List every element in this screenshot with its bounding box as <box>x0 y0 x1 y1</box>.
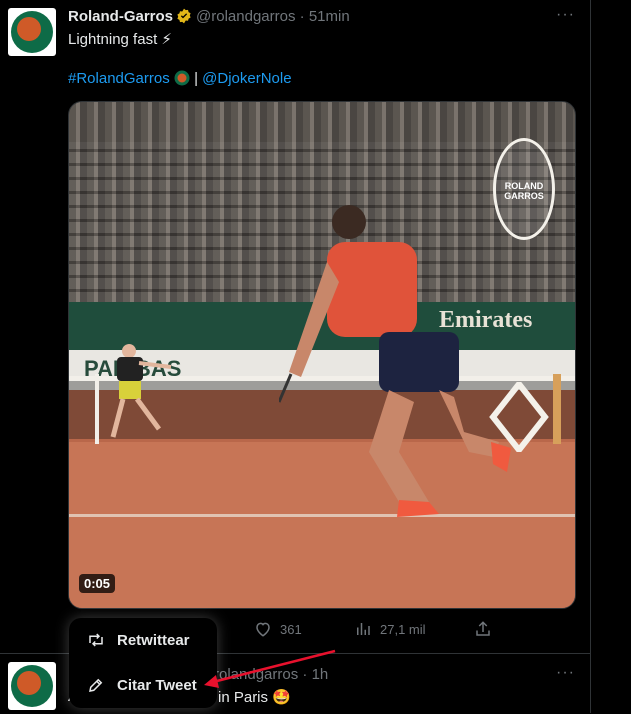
link-separator: | <box>194 70 198 87</box>
like-count: 361 <box>280 621 302 637</box>
edit-icon <box>89 678 103 692</box>
hashtag-link[interactable]: #RolandGarros <box>68 70 170 87</box>
tweet-text: Lightning fast ⚡ <box>68 31 172 48</box>
retweet-menu: Retwittear Citar Tweet <box>69 618 217 708</box>
retweet-icon <box>89 633 103 647</box>
menu-item-quote-tweet[interactable]: Citar Tweet <box>69 663 217 707</box>
verified-badge-icon <box>177 8 191 24</box>
avatar-logo-center <box>17 17 41 41</box>
view-count: 27,1 mil <box>380 621 426 637</box>
avatar-logo-center <box>17 671 41 695</box>
rg-emoji-icon <box>174 70 190 86</box>
mention-link[interactable]: @DjokerNole <box>202 70 291 87</box>
tweet-header: Roland-Garros @rolandgarros · 51min <box>68 8 350 25</box>
video-player[interactable]: Emirates PARIBAS ROLAND GARROS <box>68 101 576 609</box>
djokovic-player <box>279 205 511 517</box>
more-icon[interactable]: ··· <box>556 664 575 682</box>
views-button[interactable]: 27,1 mil <box>354 620 426 638</box>
author-handle[interactable]: @rolandgarros <box>196 8 295 25</box>
tweet-1[interactable]: Roland-Garros @rolandgarros · 51min ··· L… <box>0 0 590 653</box>
avatar[interactable] <box>8 662 56 710</box>
like-icon <box>256 622 270 637</box>
views-icon <box>357 623 370 635</box>
share-button[interactable] <box>474 620 492 638</box>
author-name[interactable]: Roland-Garros <box>68 8 173 25</box>
like-button[interactable]: 361 <box>254 620 302 638</box>
tweet-time[interactable]: 51min <box>309 8 350 25</box>
timeline-border <box>590 0 591 713</box>
menu-item-retweet[interactable]: Retwittear <box>69 618 217 662</box>
more-icon[interactable]: ··· <box>556 6 575 24</box>
background-player <box>110 344 172 438</box>
tweet-time[interactable]: 1h <box>312 666 329 683</box>
share-icon <box>476 621 490 636</box>
author-handle[interactable]: rolandgarros <box>214 666 298 683</box>
video-duration: 0:05 <box>79 574 116 593</box>
sponsor-logo <box>489 382 549 452</box>
avatar[interactable] <box>8 8 56 56</box>
tweet-links: #RolandGarros | @DjokerNole <box>68 70 292 87</box>
